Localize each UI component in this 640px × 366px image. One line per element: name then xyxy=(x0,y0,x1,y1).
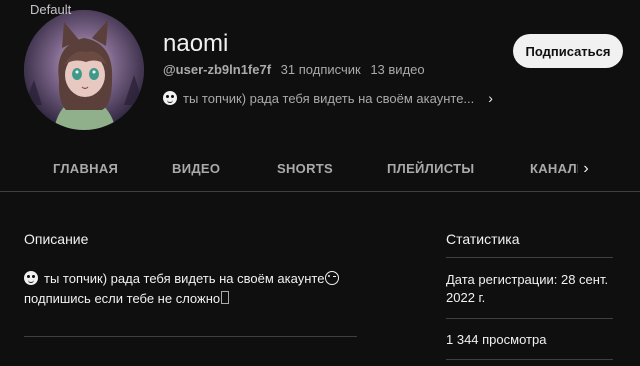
description-text: ты топчик) рада тебя видеть на своём ака… xyxy=(24,269,364,309)
channel-page: Default naomi @user-zb9ln1fe7f 31 подпис… xyxy=(0,0,640,366)
winking-face-icon xyxy=(325,271,340,285)
tab-home[interactable]: ГЛАВНАЯ xyxy=(53,161,118,176)
tab-channels-clip: КАНАЛЫ xyxy=(518,147,578,191)
chevron-right-icon[interactable]: › xyxy=(488,90,493,106)
video-count: 13 видео xyxy=(370,62,425,77)
stats-divider xyxy=(446,359,613,360)
smiling-face-heart-eyes-icon xyxy=(24,271,38,285)
stats-divider xyxy=(446,318,613,319)
channel-tabs: ГЛАВНАЯ ВИДЕО SHORTS ПЛЕЙЛИСТЫ КАНАЛЫ › xyxy=(0,147,640,192)
channel-meta: @user-zb9ln1fe7f 31 подписчик 13 видео xyxy=(163,62,425,77)
tab-playlists[interactable]: ПЛЕЙЛИСТЫ xyxy=(387,161,474,176)
tab-videos[interactable]: ВИДЕО xyxy=(172,161,220,176)
stats-heading: Статистика xyxy=(446,231,520,247)
description-divider xyxy=(24,336,357,337)
view-count: 1 344 просмотра xyxy=(446,332,547,347)
stats-divider xyxy=(446,257,613,258)
tab-shorts[interactable]: SHORTS xyxy=(277,161,333,176)
avatar-overlay-text: Default xyxy=(30,2,72,17)
description-line-1: ты топчик) рада тебя видеть на своём ака… xyxy=(44,271,325,286)
subscribe-button[interactable]: Подписаться xyxy=(513,34,623,68)
tagline-text: ты топчик) рада тебя видеть на своём ака… xyxy=(183,90,475,106)
unknown-glyph-icon xyxy=(221,291,230,304)
channel-tagline[interactable]: ты топчик) рада тебя видеть на своём ака… xyxy=(163,90,493,106)
channel-handle: @user-zb9ln1fe7f xyxy=(163,62,272,77)
channel-avatar[interactable] xyxy=(24,10,144,130)
registration-date: Дата регистрации: 28 сент. 2022 г. xyxy=(446,272,609,305)
smiling-face-heart-eyes-icon xyxy=(163,91,177,105)
chevron-right-icon[interactable]: › xyxy=(576,159,596,179)
subscriber-count: 31 подписчик xyxy=(280,62,361,77)
channel-name: naomi xyxy=(163,30,229,57)
tab-channels[interactable]: КАНАЛЫ xyxy=(530,161,578,176)
description-line-2: подпишись если тебе не сложно xyxy=(24,291,221,306)
description-heading: Описание xyxy=(24,231,89,247)
avatar-illustration xyxy=(24,10,144,130)
